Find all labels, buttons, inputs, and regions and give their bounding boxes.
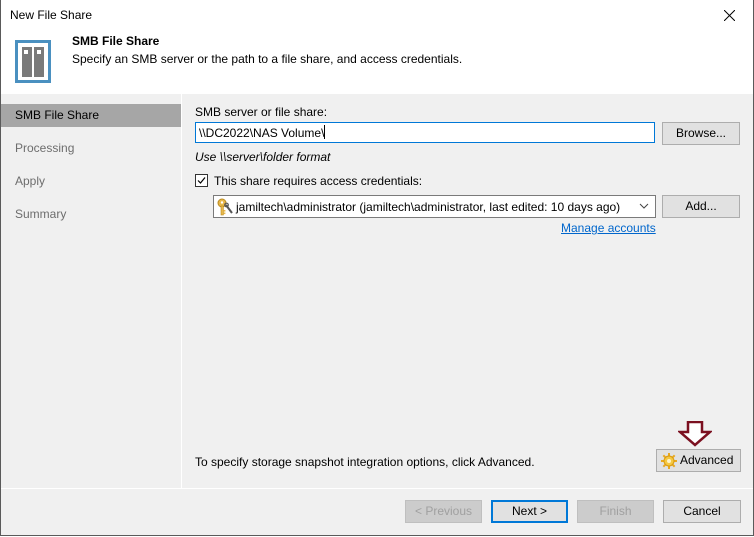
credentials-checkbox-label[interactable]: This share requires access credentials: <box>214 174 422 188</box>
next-button[interactable]: Next > <box>491 500 568 523</box>
add-credentials-button[interactable]: Add... <box>662 195 740 218</box>
browse-button[interactable]: Browse... <box>662 122 740 145</box>
share-path-value: \\DC2022\NAS Volume\ <box>199 126 325 140</box>
checkmark-icon <box>197 177 206 184</box>
advanced-button-label: Advanced <box>680 453 734 467</box>
credentials-checkbox[interactable] <box>195 174 208 187</box>
manage-accounts-link[interactable]: Manage accounts <box>561 221 656 235</box>
new-file-share-dialog: New File Share SMB File Share Specify an… <box>0 0 754 536</box>
title-bar: New File Share <box>1 0 753 30</box>
text-caret <box>324 125 326 139</box>
wizard-header: SMB File Share Specify an SMB server or … <box>1 30 753 94</box>
chevron-down-icon <box>639 203 649 209</box>
gear-icon <box>661 453 677 469</box>
page-title: SMB File Share <box>72 34 160 48</box>
share-path-input[interactable]: \\DC2022\NAS Volume\ <box>195 122 655 143</box>
sidebar-item-summary[interactable]: Summary <box>1 203 181 226</box>
content-panel: SMB server or file share: \\DC2022\NAS V… <box>182 94 753 488</box>
arrow-down-icon <box>678 421 712 447</box>
format-hint: Use \\server\folder format <box>195 150 331 164</box>
window-title: New File Share <box>10 8 93 22</box>
cancel-button[interactable]: Cancel <box>663 500 741 523</box>
previous-button[interactable]: < Previous <box>405 500 482 523</box>
sidebar-item-smb-file-share[interactable]: SMB File Share <box>1 104 181 127</box>
credentials-selected-value: jamiltech\administrator (jamiltech\admin… <box>236 200 621 214</box>
key-icon <box>217 198 233 216</box>
credentials-dropdown[interactable]: jamiltech\administrator (jamiltech\admin… <box>213 195 656 218</box>
close-button[interactable] <box>717 4 743 26</box>
file-share-icon <box>15 40 51 83</box>
close-x-icon <box>724 10 735 21</box>
sidebar-item-apply[interactable]: Apply <box>1 170 181 193</box>
advanced-hint: To specify storage snapshot integration … <box>195 455 535 469</box>
finish-button[interactable]: Finish <box>577 500 654 523</box>
wizard-steps-sidebar: SMB File Share Processing Apply Summary <box>1 94 181 488</box>
sidebar-item-processing[interactable]: Processing <box>1 137 181 160</box>
share-label: SMB server or file share: <box>195 105 328 119</box>
advanced-button[interactable]: Advanced <box>656 449 741 472</box>
wizard-footer: < Previous Next > Finish Cancel <box>1 489 753 535</box>
page-subtitle: Specify an SMB server or the path to a f… <box>72 52 463 66</box>
